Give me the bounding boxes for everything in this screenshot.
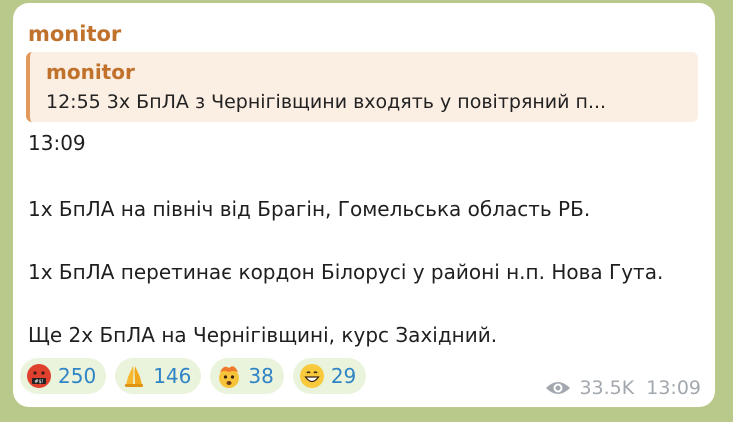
reply-preview[interactable]: monitor 12:55 3х БпЛА з Чернігівщини вхо…: [26, 52, 698, 122]
message-bubble[interactable]: monitor monitor 12:55 3х БпЛА з Чернігів…: [13, 3, 715, 407]
reaction-swearing[interactable]: #$! 250: [20, 358, 107, 394]
message-line-1: 1х БпЛА на північ від Брагін, Гомельська…: [28, 197, 591, 221]
exploding-head-icon: [219, 366, 240, 388]
reaction-count: 250: [58, 364, 97, 388]
message-sender[interactable]: monitor: [28, 21, 121, 47]
message-line-time: 13:09: [28, 131, 86, 155]
reaction-grinning[interactable]: 29: [292, 358, 367, 394]
view-count: 33.5K: [579, 377, 635, 399]
folded-hands-icon: [125, 366, 144, 387]
svg-text:#$!: #$!: [34, 379, 43, 385]
message-meta: 33.5K 13:09: [545, 377, 701, 399]
message-line-3: Ще 2х БпЛА на Чернігівщині, курс Західни…: [28, 323, 498, 347]
message-time: 13:09: [646, 377, 701, 399]
reaction-count: 146: [153, 364, 192, 388]
reaction-folded-hands[interactable]: 146: [115, 358, 202, 394]
grinning-face-icon: [299, 364, 324, 388]
message-line-2: 1х БпЛА перетинає кордон Білорусі у райо…: [28, 260, 664, 284]
reply-sender: monitor: [46, 60, 135, 84]
swearing-face-icon: #$!: [27, 364, 51, 388]
reaction-count: 38: [248, 364, 274, 388]
reply-text: 12:55 3х БпЛА з Чернігівщини входять у п…: [46, 91, 607, 113]
reaction-exploding-head[interactable]: 38: [210, 358, 284, 394]
views-eye-icon: [546, 382, 571, 394]
reaction-count: 29: [330, 364, 357, 388]
reactions-bar: #$! 250 146 38 29: [20, 358, 367, 394]
